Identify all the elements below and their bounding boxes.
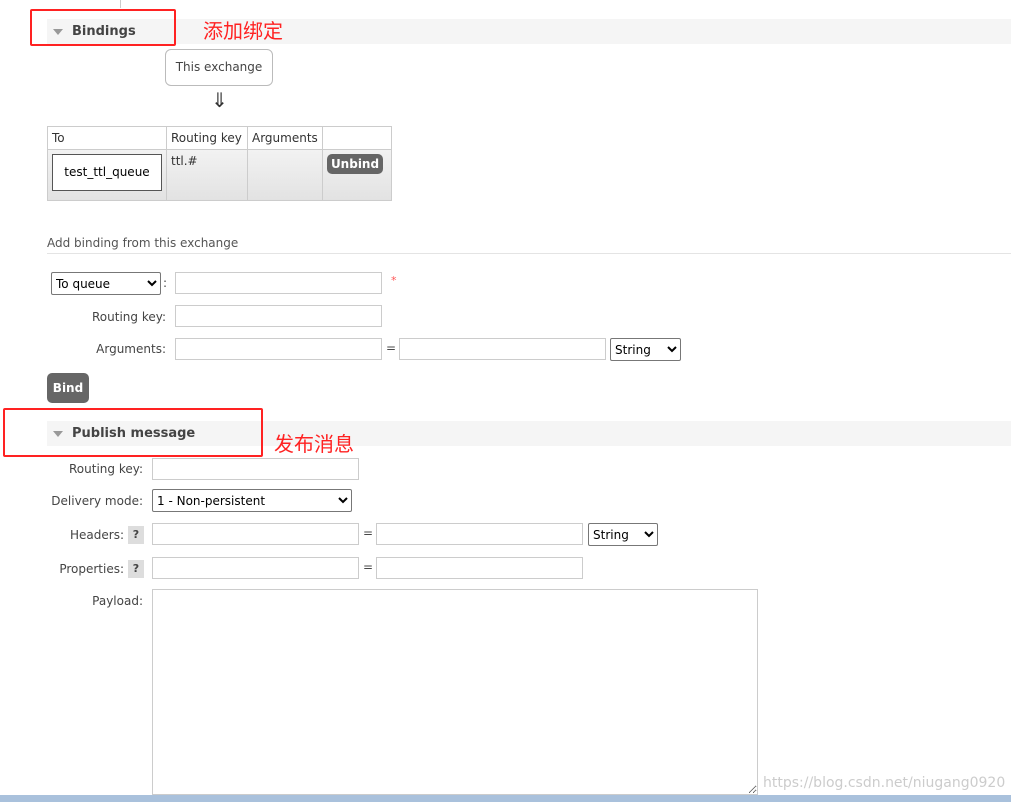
divider-line <box>120 0 121 8</box>
table-row: test_ttl_queue ttl.# Unbind <box>47 149 392 201</box>
down-arrow-icon: ⇓ <box>211 88 228 112</box>
unbind-button[interactable]: Unbind <box>327 154 383 174</box>
annotation-text: 添加绑定 <box>203 19 283 43</box>
col-routing-key: Routing key <box>166 126 248 150</box>
source-exchange-box: This exchange <box>165 49 273 86</box>
annotation-box <box>3 408 263 457</box>
arguments-cell <box>247 149 323 201</box>
equals: = <box>386 341 397 355</box>
col-arguments: Arguments <box>247 126 323 150</box>
bindings-table: To Routing key Arguments test_ttl_queue … <box>47 126 392 201</box>
arguments-label: Arguments: <box>96 342 166 356</box>
colon: : <box>163 276 168 290</box>
publish-routing-key-label: Routing key: <box>69 462 143 476</box>
delivery-mode-select[interactable]: 1 - Non-persistent <box>152 489 352 512</box>
payload-label: Payload: <box>92 594 143 608</box>
watermark: https://blog.csdn.net/niugang0920 <box>763 775 1006 791</box>
destination-type-select[interactable]: To queue <box>51 272 161 295</box>
required-mark: * <box>391 274 397 287</box>
argument-key-input[interactable] <box>175 338 382 360</box>
help-icon[interactable]: ? <box>128 526 144 544</box>
binding-routing-key-input[interactable] <box>175 305 382 327</box>
headers-label: Headers: <box>70 528 124 542</box>
table-header: To Routing key Arguments <box>47 126 392 150</box>
annotation-text: 发布消息 <box>274 432 354 456</box>
equals: = <box>363 560 374 574</box>
queue-link[interactable]: test_ttl_queue <box>52 154 162 191</box>
properties-label: Properties: <box>59 562 124 576</box>
header-key-input[interactable] <box>152 523 359 545</box>
destination-input[interactable] <box>175 272 382 294</box>
taskbar[interactable] <box>0 795 1011 802</box>
routing-key-label: Routing key: <box>92 310 166 324</box>
help-icon[interactable]: ? <box>128 560 144 578</box>
bind-button[interactable]: Bind <box>47 373 89 403</box>
argument-type-select[interactable]: String <box>610 338 681 361</box>
property-key-input[interactable] <box>152 557 359 579</box>
header-value-input[interactable] <box>376 523 583 545</box>
payload-textarea[interactable] <box>152 589 758 795</box>
header-type-select[interactable]: String <box>588 523 658 546</box>
add-binding-title: Add binding from this exchange <box>47 236 239 250</box>
argument-value-input[interactable] <box>399 338 606 360</box>
divider <box>47 253 1011 254</box>
annotation-box <box>30 9 176 46</box>
delivery-mode-label: Delivery mode: <box>51 494 143 508</box>
routing-key-cell: ttl.# <box>166 149 248 201</box>
col-to: To <box>47 126 167 150</box>
publish-routing-key-input[interactable] <box>152 458 359 480</box>
bindings-section-header[interactable]: Bindings <box>47 19 1011 44</box>
property-value-input[interactable] <box>376 557 583 579</box>
equals: = <box>363 526 374 540</box>
col-actions <box>322 126 392 150</box>
